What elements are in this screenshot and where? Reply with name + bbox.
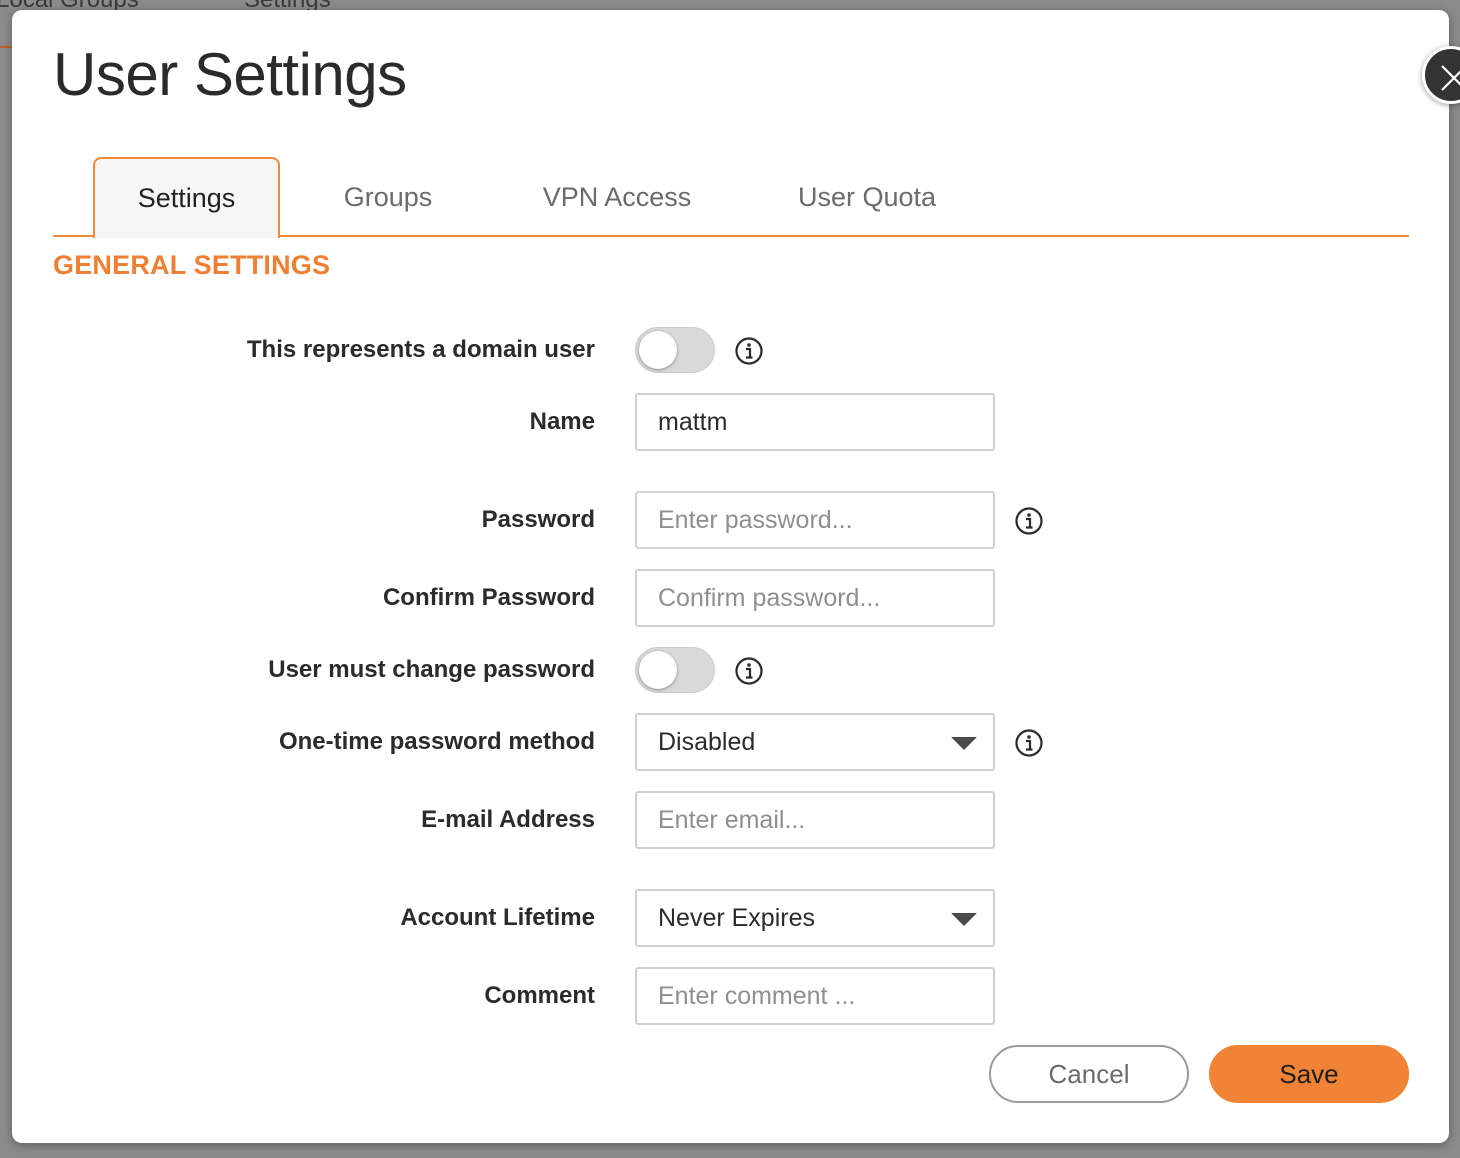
otp-method-select[interactable]: Disabled: [635, 713, 995, 771]
otp-method-label: One-time password method: [278, 728, 595, 755]
domain-user-info-icon[interactable]: [734, 336, 764, 366]
comment-field[interactable]: [635, 967, 995, 1025]
section-title-general-settings: GENERAL SETTINGS: [53, 250, 331, 280]
close-icon: [1441, 65, 1460, 91]
tab-user-quota[interactable]: User Quota: [783, 157, 951, 237]
toggle-knob: [639, 331, 677, 369]
dialog-title: User Settings: [53, 41, 407, 108]
confirm-password-field[interactable]: [635, 569, 995, 627]
background-tab-underline: [0, 46, 12, 48]
chevron-down-icon: [951, 913, 977, 926]
tab-bar: Settings Groups VPN Access User Quota: [53, 157, 1409, 238]
otp-method-info-icon[interactable]: [1014, 728, 1044, 758]
account-lifetime-label: Account Lifetime: [400, 904, 595, 931]
name-label: Name: [529, 408, 595, 435]
tab-settings[interactable]: Settings: [93, 157, 280, 238]
save-button[interactable]: Save: [1209, 1045, 1409, 1103]
domain-user-toggle[interactable]: [635, 327, 715, 373]
account-lifetime-select[interactable]: Never Expires: [635, 889, 995, 947]
must-change-password-toggle[interactable]: [635, 647, 715, 693]
tab-groups[interactable]: Groups: [323, 157, 453, 237]
password-info-icon[interactable]: [1014, 506, 1044, 536]
account-lifetime-value: Never Expires: [658, 903, 815, 932]
domain-user-label: This represents a domain user: [246, 336, 595, 363]
user-settings-dialog: User Settings Settings Groups VPN Access…: [12, 10, 1449, 1143]
password-field[interactable]: [635, 491, 995, 549]
tab-vpn-access[interactable]: VPN Access: [527, 157, 707, 237]
comment-label: Comment: [484, 982, 595, 1009]
confirm-password-label: Confirm Password: [382, 584, 595, 611]
password-label: Password: [481, 506, 595, 533]
name-field[interactable]: [635, 393, 995, 451]
chevron-down-icon: [951, 737, 977, 750]
email-field[interactable]: [635, 791, 995, 849]
must-change-password-info-icon[interactable]: [734, 656, 764, 686]
must-change-password-label: User must change password: [268, 656, 595, 683]
email-label: E-mail Address: [421, 806, 595, 833]
cancel-button[interactable]: Cancel: [989, 1045, 1189, 1103]
toggle-knob: [639, 651, 677, 689]
otp-method-value: Disabled: [658, 727, 756, 756]
